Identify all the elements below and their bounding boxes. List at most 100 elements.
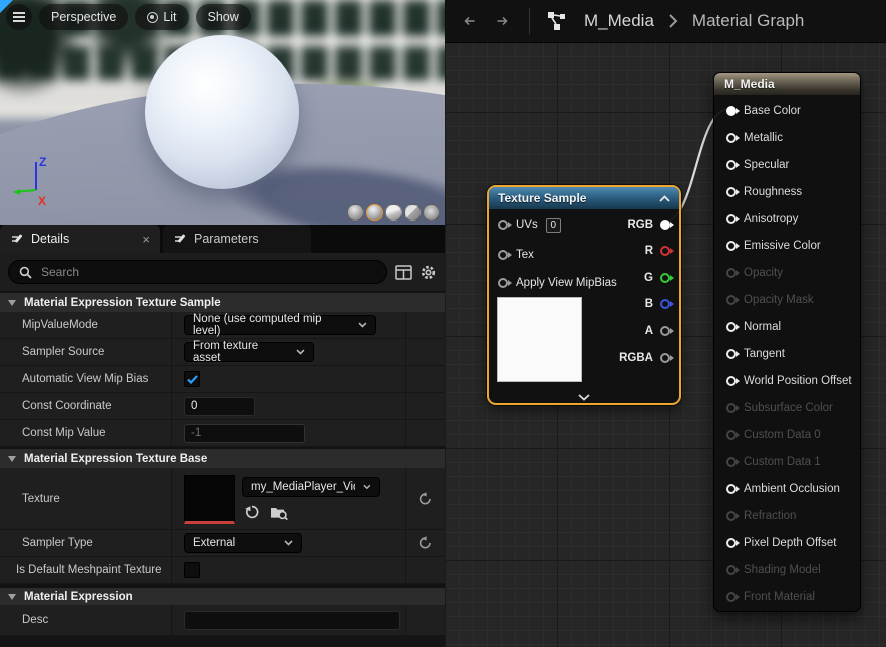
pin-circle-icon[interactable] bbox=[726, 565, 736, 575]
back-arrow-button[interactable] bbox=[459, 13, 481, 29]
desc-input[interactable] bbox=[184, 611, 400, 630]
pin-circle-icon[interactable] bbox=[726, 430, 736, 440]
pin-circle-icon[interactable] bbox=[660, 220, 670, 230]
search-input[interactable] bbox=[39, 264, 376, 280]
material-input-pin-row[interactable]: Custom Data 1 bbox=[714, 448, 860, 475]
reset-to-default-icon[interactable] bbox=[418, 536, 433, 550]
pin-circle-icon[interactable] bbox=[726, 295, 736, 305]
shape-plane-button[interactable] bbox=[385, 204, 402, 221]
pin-circle-icon[interactable] bbox=[726, 322, 736, 332]
search-box[interactable] bbox=[8, 260, 387, 284]
close-tab-icon[interactable]: × bbox=[142, 233, 150, 246]
forward-arrow-button[interactable] bbox=[491, 13, 513, 29]
input-pin-row[interactable]: Tex bbox=[498, 245, 534, 265]
pin-circle-icon[interactable] bbox=[660, 353, 670, 363]
show-button[interactable]: Show bbox=[196, 4, 251, 30]
node-header[interactable]: Texture Sample bbox=[489, 187, 679, 209]
output-pin-row[interactable]: RGB bbox=[627, 215, 670, 235]
preview-viewport[interactable]: Perspective Lit Show Z X bbox=[0, 0, 445, 225]
pin-circle-icon[interactable] bbox=[660, 326, 670, 336]
pin-circle-icon[interactable] bbox=[498, 220, 508, 230]
reset-to-default-icon[interactable] bbox=[418, 492, 433, 506]
uv-channel-box[interactable]: 0 bbox=[546, 218, 561, 233]
material-result-node[interactable]: M_Media Base Color Metallic Specular Rou… bbox=[713, 72, 861, 612]
output-pin-row[interactable]: R bbox=[645, 241, 670, 261]
material-input-pin-row[interactable]: Tangent bbox=[714, 340, 860, 367]
pin-circle-icon[interactable] bbox=[726, 133, 736, 143]
material-input-pin-row[interactable]: Pixel Depth Offset bbox=[714, 529, 860, 556]
sampler-type-dropdown[interactable]: External bbox=[184, 533, 302, 553]
material-input-pin-row[interactable]: Roughness bbox=[714, 178, 860, 205]
pin-circle-icon[interactable] bbox=[726, 403, 736, 413]
shape-sphere-button[interactable] bbox=[366, 204, 383, 221]
pin-circle-icon[interactable] bbox=[726, 187, 736, 197]
breadcrumb-root[interactable]: M_Media bbox=[584, 11, 654, 31]
mip-value-mode-dropdown[interactable]: None (use computed mip level) bbox=[184, 315, 376, 335]
pin-circle-icon[interactable] bbox=[726, 268, 736, 278]
material-input-pin-row[interactable]: Specular bbox=[714, 151, 860, 178]
const-coordinate-input[interactable] bbox=[184, 397, 255, 416]
pin-circle-icon[interactable] bbox=[726, 214, 736, 224]
input-pin-row[interactable]: UVs 0 bbox=[498, 215, 561, 235]
pin-circle-icon[interactable] bbox=[660, 246, 670, 256]
automatic-view-mip-bias-checkbox[interactable] bbox=[184, 371, 200, 387]
shape-teapot-button[interactable] bbox=[423, 204, 440, 221]
texture-thumbnail[interactable] bbox=[184, 475, 235, 524]
is-default-meshpaint-checkbox[interactable] bbox=[184, 562, 200, 578]
material-input-pin-row[interactable]: World Position Offset bbox=[714, 367, 860, 394]
pin-circle-icon[interactable] bbox=[726, 160, 736, 170]
material-input-pin-row[interactable]: Front Material bbox=[714, 583, 860, 610]
pin-circle-icon[interactable] bbox=[660, 273, 670, 283]
pin-circle-icon[interactable] bbox=[726, 538, 736, 548]
pin-circle-icon[interactable] bbox=[726, 592, 736, 602]
node-header[interactable]: M_Media bbox=[714, 73, 860, 95]
tab-details[interactable]: Details × bbox=[0, 225, 160, 253]
input-pin-row[interactable]: Apply View MipBias bbox=[498, 273, 617, 293]
material-input-pin-row[interactable]: Metallic bbox=[714, 124, 860, 151]
section-header-texture-sample[interactable]: Material Expression Texture Sample bbox=[0, 291, 445, 312]
pin-circle-icon[interactable] bbox=[726, 241, 736, 251]
texture-sample-node[interactable]: Texture Sample UVs 0 Tex Apply View Mi bbox=[487, 185, 681, 405]
material-graph-canvas[interactable]: M_Media Material Graph Texture Sample UV… bbox=[445, 0, 886, 647]
texture-asset-dropdown[interactable]: my_MediaPlayer_Video bbox=[242, 477, 380, 497]
material-input-pin-row[interactable]: Opacity Mask bbox=[714, 286, 860, 313]
output-pin-row[interactable]: B bbox=[645, 294, 670, 314]
section-header-material-expression[interactable]: Material Expression bbox=[0, 584, 445, 605]
pin-circle-icon[interactable] bbox=[726, 484, 736, 494]
pin-circle-icon[interactable] bbox=[726, 511, 736, 521]
material-input-pin-row[interactable]: Ambient Occlusion bbox=[714, 475, 860, 502]
shape-cube-button[interactable] bbox=[404, 204, 421, 221]
settings-gear-icon[interactable] bbox=[420, 264, 437, 281]
pin-circle-icon[interactable] bbox=[660, 299, 670, 309]
browse-to-asset-icon[interactable] bbox=[270, 504, 288, 520]
pin-circle-icon[interactable] bbox=[726, 457, 736, 467]
material-input-pin-row[interactable]: Emissive Color bbox=[714, 232, 860, 259]
pin-circle-icon[interactable] bbox=[498, 278, 508, 288]
collapse-node-icon[interactable] bbox=[659, 195, 670, 202]
material-input-pin-row[interactable]: Normal bbox=[714, 313, 860, 340]
output-pin-row[interactable]: G bbox=[644, 268, 670, 288]
material-input-pin-row[interactable]: Base Color bbox=[714, 97, 860, 124]
sampler-source-dropdown[interactable]: From texture asset bbox=[184, 342, 314, 362]
expand-node-icon[interactable] bbox=[489, 394, 679, 401]
perspective-button[interactable]: Perspective bbox=[39, 4, 128, 30]
pin-circle-icon[interactable] bbox=[498, 250, 508, 260]
material-input-pin-row[interactable]: Opacity bbox=[714, 259, 860, 286]
use-selected-asset-icon[interactable] bbox=[244, 504, 260, 520]
pin-circle-icon[interactable] bbox=[726, 376, 736, 386]
section-header-texture-base[interactable]: Material Expression Texture Base bbox=[0, 447, 445, 468]
material-input-pin-row[interactable]: Anisotropy bbox=[714, 205, 860, 232]
lit-mode-button[interactable]: Lit bbox=[135, 4, 188, 30]
pin-circle-icon[interactable] bbox=[726, 349, 736, 359]
material-input-pin-row[interactable]: Custom Data 0 bbox=[714, 421, 860, 448]
pin-circle-icon[interactable] bbox=[726, 106, 736, 116]
const-mip-value-input[interactable] bbox=[184, 424, 305, 443]
column-view-icon[interactable] bbox=[395, 265, 412, 280]
shape-cylinder-button[interactable] bbox=[347, 204, 364, 221]
output-pin-row[interactable]: A bbox=[645, 321, 670, 341]
output-pin-row[interactable]: RGBA bbox=[619, 348, 670, 368]
material-input-pin-row[interactable]: Shading Model bbox=[714, 556, 860, 583]
material-input-pin-row[interactable]: Subsurface Color bbox=[714, 394, 860, 421]
tab-parameters[interactable]: Parameters bbox=[163, 225, 311, 253]
material-input-pin-row[interactable]: Refraction bbox=[714, 502, 860, 529]
